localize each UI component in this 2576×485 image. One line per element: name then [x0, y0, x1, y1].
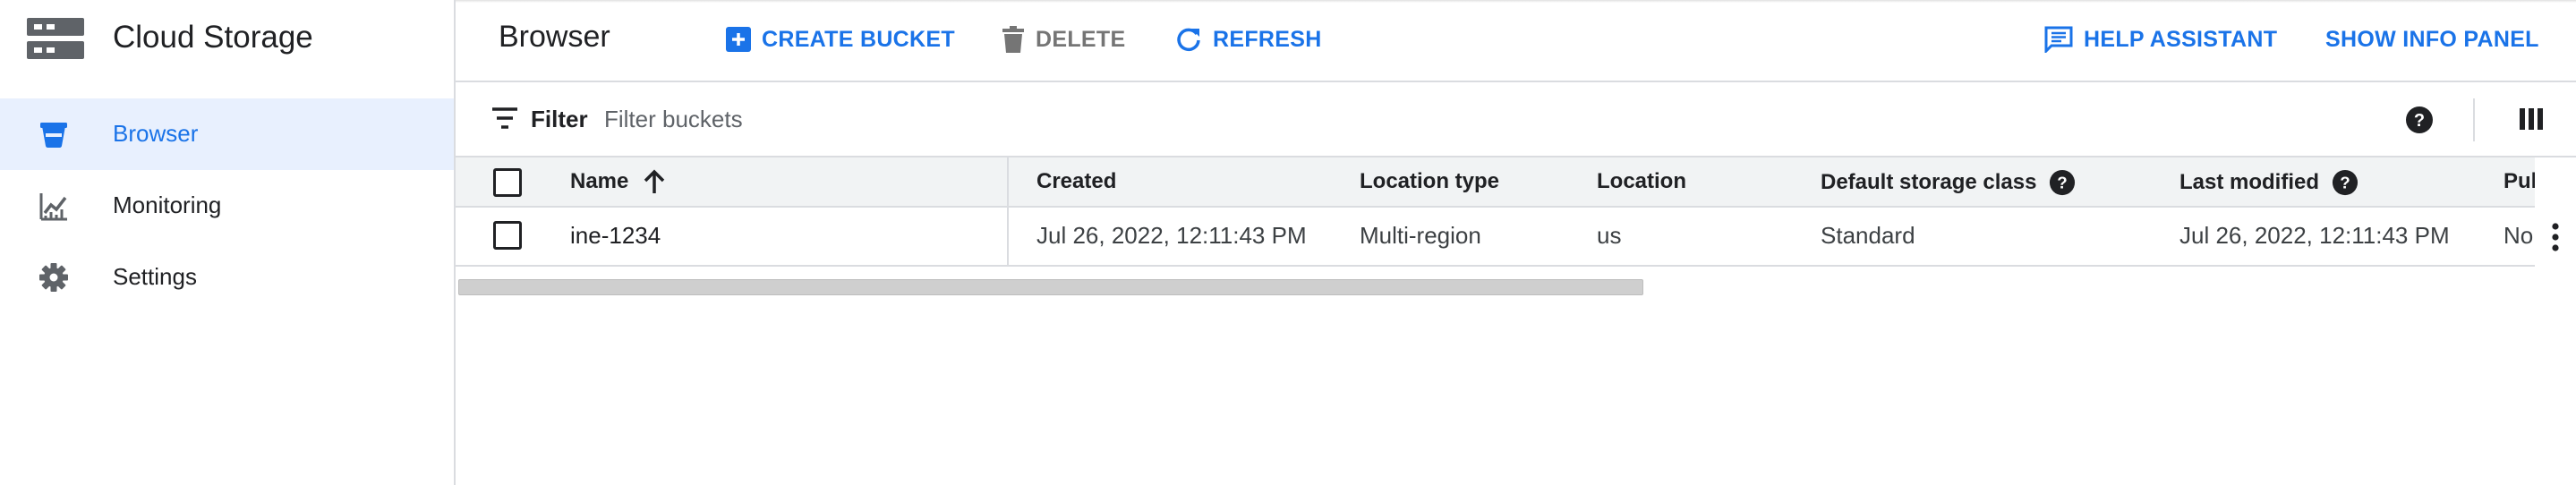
column-display-icon[interactable] — [2520, 107, 2543, 131]
row-checkbox[interactable] — [493, 221, 522, 250]
storage-server-icon — [27, 18, 84, 59]
page-header: Browser CREATE BUCKET DELETE REFRESH HEL… — [456, 0, 2576, 82]
column-header-created[interactable]: Created — [1036, 169, 1116, 194]
column-header-last-modified[interactable]: Last modified ? — [2179, 169, 2358, 196]
filter-bar: Filter ? — [456, 82, 2576, 157]
column-header-location[interactable]: Location — [1597, 169, 1686, 194]
chat-feedback-icon — [2044, 26, 2073, 53]
bucket-name-link[interactable]: ine-1234 — [570, 222, 661, 250]
horizontal-scrollbar[interactable] — [458, 279, 1643, 295]
sidebar-item-browser[interactable]: Browser — [0, 98, 454, 170]
cell-storage-class: Standard — [1821, 222, 1915, 249]
gear-icon — [39, 263, 68, 292]
row-actions-menu[interactable] — [2535, 208, 2576, 267]
delete-label: DELETE — [1036, 26, 1126, 52]
filter-label: Filter — [531, 106, 588, 132]
column-divider[interactable] — [1007, 157, 1009, 267]
help-assistant-button[interactable]: HELP ASSISTANT — [2044, 21, 2277, 57]
help-icon[interactable]: ? — [2049, 169, 2076, 196]
svg-text:?: ? — [2340, 174, 2350, 192]
column-header-location-type[interactable]: Location type — [1360, 169, 1499, 194]
help-assistant-label: HELP ASSISTANT — [2084, 26, 2278, 52]
app-brand: Cloud Storage — [0, 0, 456, 79]
refresh-icon — [1177, 28, 1200, 52]
refresh-label: REFRESH — [1213, 26, 1322, 52]
sidebar-item-label: Settings — [113, 263, 197, 290]
table-row[interactable]: ine-1234 Jul 26, 2022, 12:11:43 PM Multi… — [456, 208, 2535, 267]
show-info-panel-button[interactable]: SHOW INFO PANEL — [2325, 21, 2539, 57]
trash-icon — [1002, 26, 1024, 53]
sidebar: Cloud Storage Browser Monitoring Setting… — [0, 0, 456, 485]
cell-location: us — [1597, 222, 1622, 249]
cell-created: Jul 26, 2022, 12:11:43 PM — [1036, 222, 1307, 249]
cell-last-modified: Jul 26, 2022, 12:11:43 PM — [2179, 222, 2450, 249]
help-icon[interactable]: ? — [2332, 169, 2358, 196]
bucket-icon — [40, 123, 67, 148]
app-title: Cloud Storage — [113, 20, 313, 55]
sidebar-item-label: Monitoring — [113, 191, 222, 218]
table-header-row: Name Created Location type Location Defa… — [456, 157, 2535, 208]
page-title: Browser — [499, 20, 610, 54]
more-vert-icon — [2552, 223, 2559, 251]
help-icon[interactable]: ? — [2405, 106, 2434, 134]
toolbar-divider — [2473, 98, 2475, 141]
sidebar-item-settings[interactable]: Settings — [0, 242, 454, 313]
refresh-button[interactable]: REFRESH — [1175, 21, 1322, 57]
arrow-up-icon[interactable] — [643, 169, 666, 194]
filter-input[interactable] — [604, 97, 1947, 141]
filter-list-icon — [492, 107, 517, 129]
column-header-storage-class[interactable]: Default storage class ? — [1821, 169, 2076, 196]
add-box-icon — [726, 27, 751, 52]
cell-location-type: Multi-region — [1360, 222, 1481, 249]
column-header-public[interactable]: Pul — [2503, 169, 2535, 194]
sidebar-item-monitoring[interactable]: Monitoring — [0, 170, 454, 242]
show-info-panel-label: SHOW INFO PANEL — [2325, 26, 2539, 52]
svg-text:?: ? — [2414, 111, 2425, 131]
column-header-name[interactable]: Name — [570, 169, 666, 194]
create-bucket-button[interactable]: CREATE BUCKET — [726, 21, 955, 57]
select-all-checkbox[interactable] — [493, 168, 522, 197]
svg-text:?: ? — [2058, 174, 2068, 192]
cell-public: No — [2503, 222, 2534, 249]
sidebar-item-label: Browser — [113, 120, 199, 147]
chart-line-icon — [39, 193, 67, 221]
delete-button[interactable]: DELETE — [1002, 21, 1125, 57]
cell-public-clip: No — [2503, 208, 2535, 317]
create-bucket-label: CREATE BUCKET — [762, 26, 955, 52]
